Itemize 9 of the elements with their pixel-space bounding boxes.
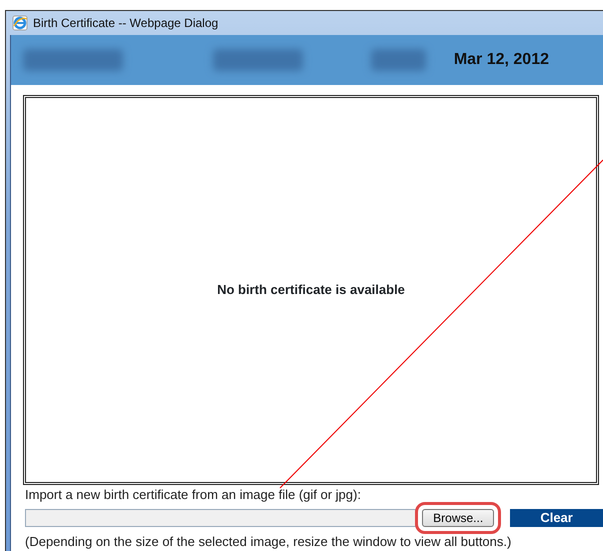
redacted-text [371, 49, 426, 71]
import-label: Import a new birth certificate from an image file (gif or jpg): [25, 486, 362, 504]
empty-message: No birth certificate is available [217, 281, 405, 300]
window-title: Birth Certificate -- Webpage Dialog [33, 15, 218, 32]
browser-icon [12, 15, 28, 31]
resize-note: (Depending on the size of the selected image, resize the window to view all buttons.) [25, 532, 512, 551]
clear-button[interactable]: Clear [510, 508, 603, 526]
file-path-field[interactable] [25, 508, 416, 526]
date-label: Mar 12, 2012 [454, 50, 549, 70]
